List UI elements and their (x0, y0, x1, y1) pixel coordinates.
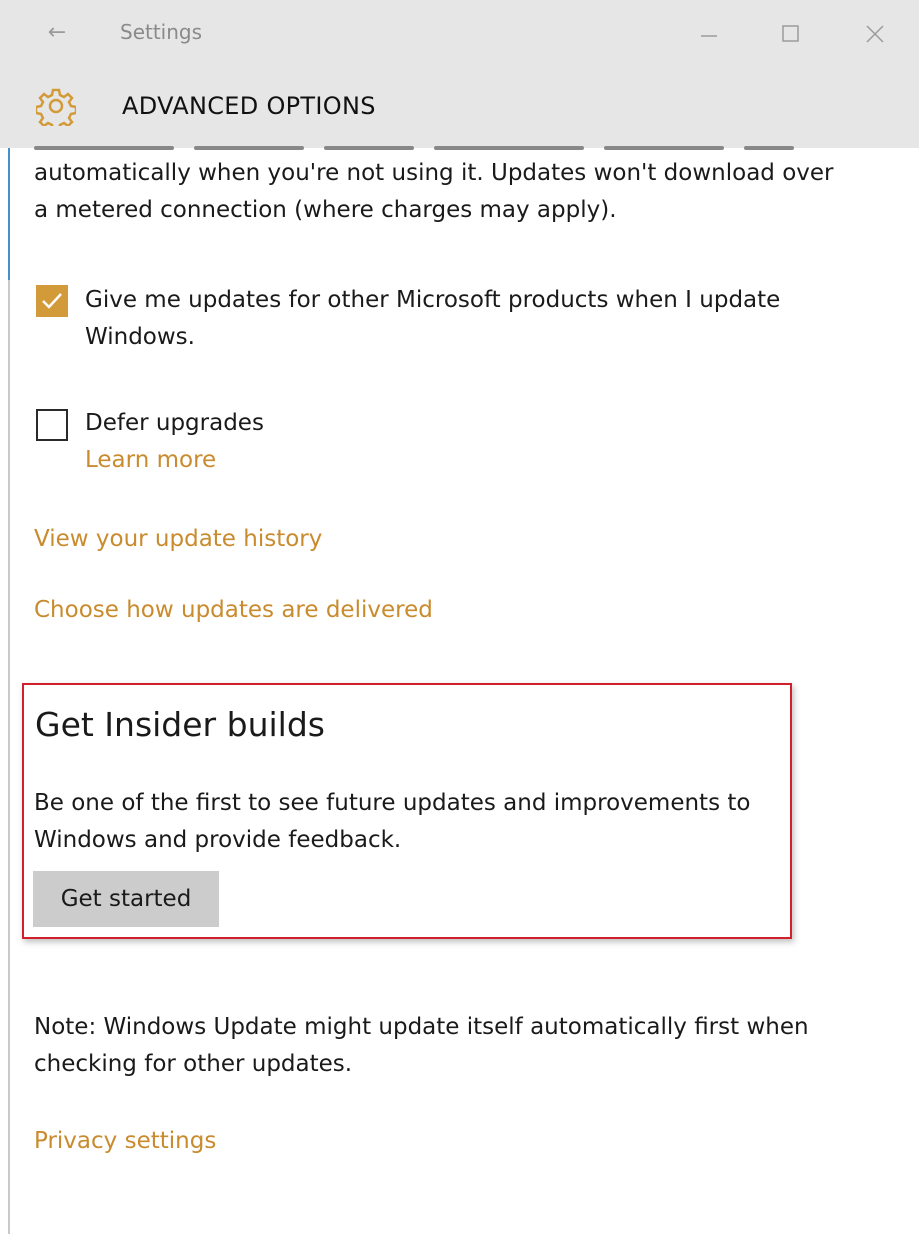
metered-connection-text: automatically when you're not using it. … (34, 160, 834, 223)
insider-description: Be one of the first to see future update… (34, 790, 751, 853)
insider-section-title: Get Insider builds (35, 705, 325, 744)
back-button[interactable]: ← (42, 18, 72, 48)
clipped-text-line (34, 146, 794, 154)
defer-upgrades-label: Defer upgrades (85, 410, 264, 436)
back-arrow-icon: ← (47, 20, 67, 45)
close-button[interactable] (852, 14, 898, 54)
gear-icon (36, 88, 76, 126)
page-header: ADVANCED OPTIONS (0, 70, 919, 148)
other-products-label: Give me updates for other Microsoft prod… (85, 287, 781, 350)
defer-upgrades-checkbox[interactable] (36, 409, 68, 441)
update-note: Note: Windows Update might update itself… (34, 1014, 809, 1077)
other-products-checkbox[interactable] (36, 285, 68, 317)
maximize-button[interactable] (768, 14, 814, 54)
update-history-link[interactable]: View your update history (34, 524, 322, 554)
window-edge-accent (8, 148, 10, 280)
learn-more-link[interactable]: Learn more (85, 445, 216, 475)
close-icon (866, 25, 884, 43)
delivery-options-link[interactable]: Choose how updates are delivered (34, 595, 433, 625)
minimize-button[interactable] (686, 14, 732, 54)
get-started-button[interactable]: Get started (33, 871, 219, 927)
page-title: ADVANCED OPTIONS (122, 92, 376, 120)
privacy-settings-link[interactable]: Privacy settings (34, 1126, 216, 1156)
window-title: Settings (120, 20, 203, 44)
maximize-icon (782, 25, 799, 42)
minimize-icon (701, 35, 717, 37)
checkmark-icon (42, 293, 62, 309)
title-bar: ← Settings (0, 0, 919, 70)
